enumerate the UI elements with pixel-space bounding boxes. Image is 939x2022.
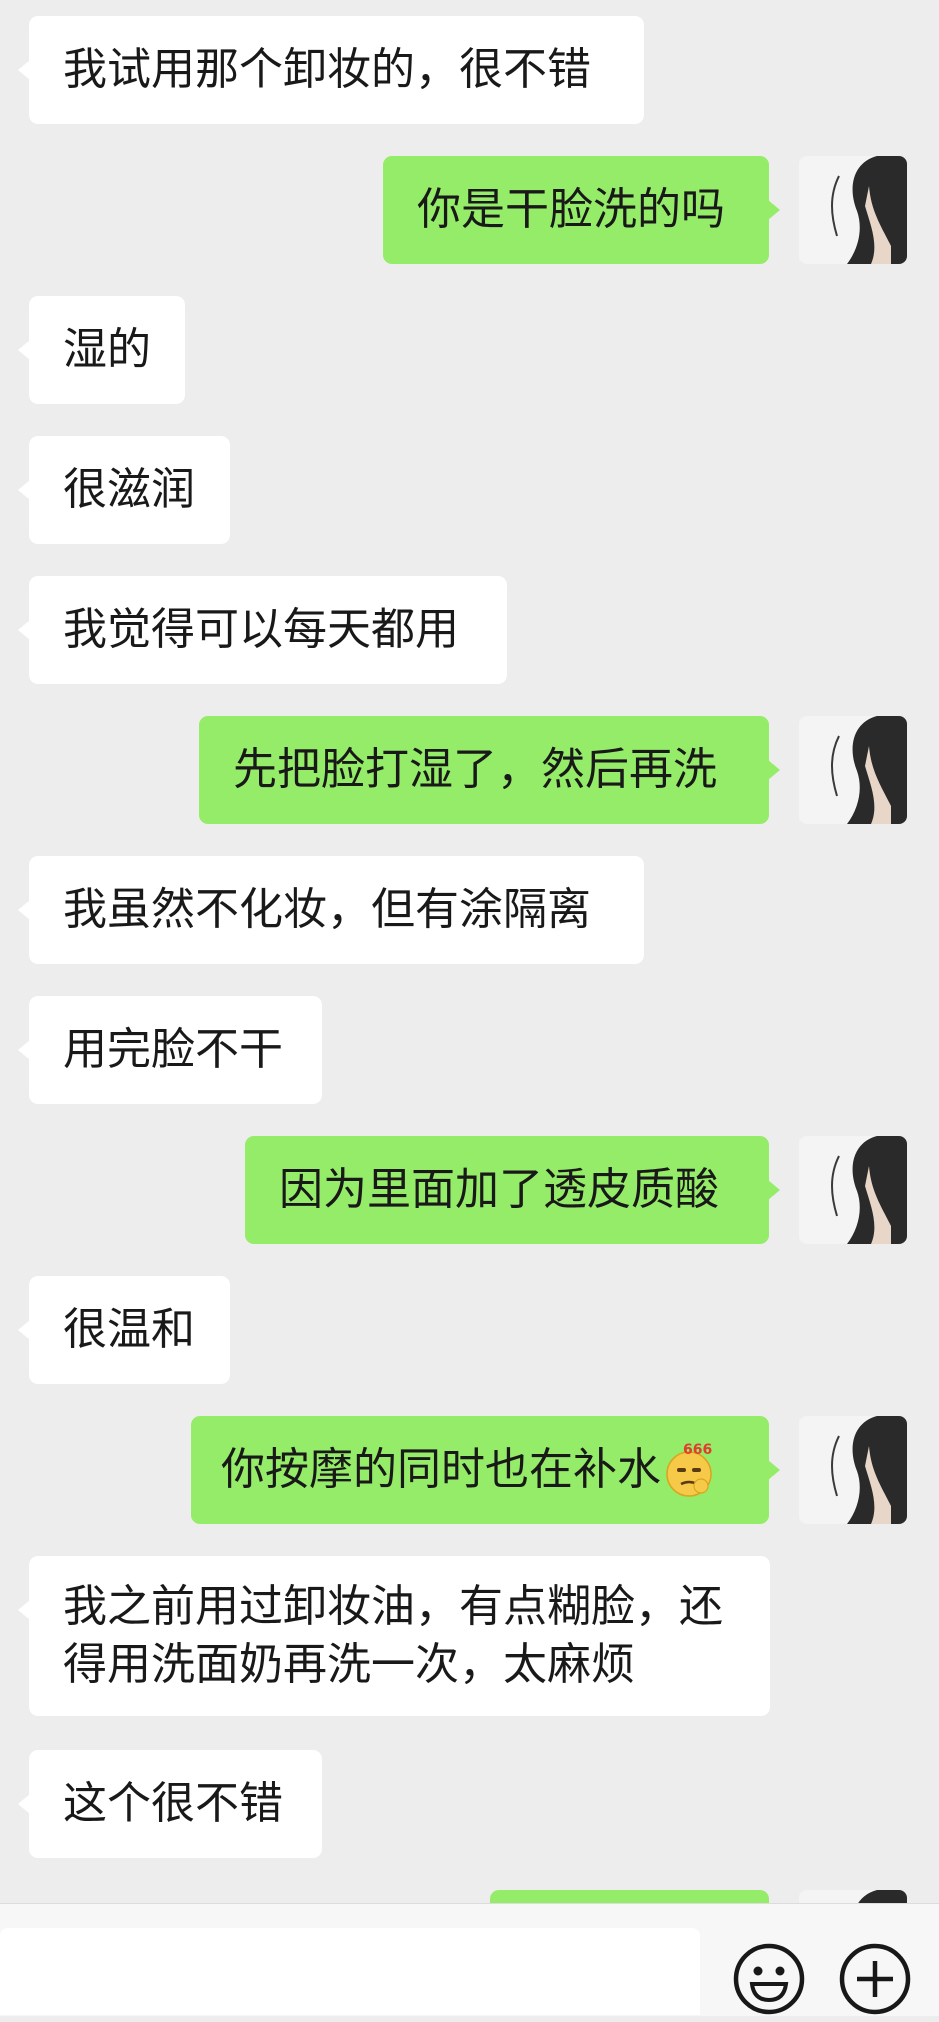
avatar-photo-icon (799, 1416, 907, 1524)
message-bubble[interactable]: 先把脸打湿了，然后再洗 (199, 716, 780, 824)
avatar-photo-icon (799, 156, 907, 264)
message-bubble[interactable]: 因为里面加了透皮质酸 (245, 1136, 780, 1244)
emoji-label: 666 (683, 1442, 712, 1458)
message-bubble[interactable]: 你是干脸洗的吗 (383, 156, 780, 264)
avatar[interactable] (799, 716, 907, 824)
smiley-face-icon (733, 1943, 805, 2015)
message-bubble[interactable]: 我试用那个卸妆的，很不错 (18, 16, 644, 124)
avatar-photo-icon (799, 716, 907, 824)
message-text: 你按摩的同时也在补水 (221, 1444, 661, 1495)
avatar-photo-icon (799, 1136, 907, 1244)
avatar[interactable] (799, 1416, 907, 1524)
message-text: 我觉得可以每天都用 (63, 604, 459, 655)
more-button[interactable] (836, 1940, 914, 2018)
message-text: 我试用那个卸妆的，很不错 (63, 44, 591, 95)
message-text: 先把脸打湿了，然后再洗 (233, 744, 717, 795)
message-text: 这个很不错 (63, 1778, 283, 1829)
message-text: 因为里面加了透皮质酸 (279, 1164, 719, 1215)
avatar[interactable] (799, 1136, 907, 1244)
666-emoji-icon: 666 (661, 1442, 717, 1498)
emoji-button[interactable] (730, 1940, 808, 2018)
message-bubble[interactable]: 这个很不错 (18, 1750, 322, 1858)
message-bubble[interactable]: 我之前用过卸妆油，有点糊脸，还得用洗面奶再洗一次，太麻烦 (18, 1556, 770, 1716)
message-bubble[interactable]: 很温和 (18, 1276, 230, 1384)
avatar[interactable] (799, 156, 907, 264)
message-text: 很滋润 (63, 464, 195, 515)
message-bubble[interactable]: 我虽然不化妆，但有涂隔离 (18, 856, 644, 964)
message-bubble[interactable]: 用完脸不干 (18, 996, 322, 1104)
message-input[interactable] (0, 1928, 700, 2015)
message-text: 湿的 (63, 324, 151, 375)
message-text: 我虽然不化妆，但有涂隔离 (63, 884, 591, 935)
message-bubble[interactable]: 湿的 (18, 296, 185, 404)
message-text: 你是干脸洗的吗 (417, 184, 725, 235)
plus-circle-icon (839, 1943, 911, 2015)
message-bubble[interactable]: 很滋润 (18, 436, 230, 544)
message-bubble[interactable]: 我觉得可以每天都用 (18, 576, 507, 684)
message-bubble[interactable]: 你按摩的同时也在补水 666 (191, 1416, 780, 1524)
message-text: 我之前用过卸妆油，有点糊脸，还得用洗面奶再洗一次，太麻烦 (63, 1581, 723, 1690)
message-text: 用完脸不干 (63, 1024, 283, 1075)
message-text: 很温和 (63, 1304, 195, 1355)
